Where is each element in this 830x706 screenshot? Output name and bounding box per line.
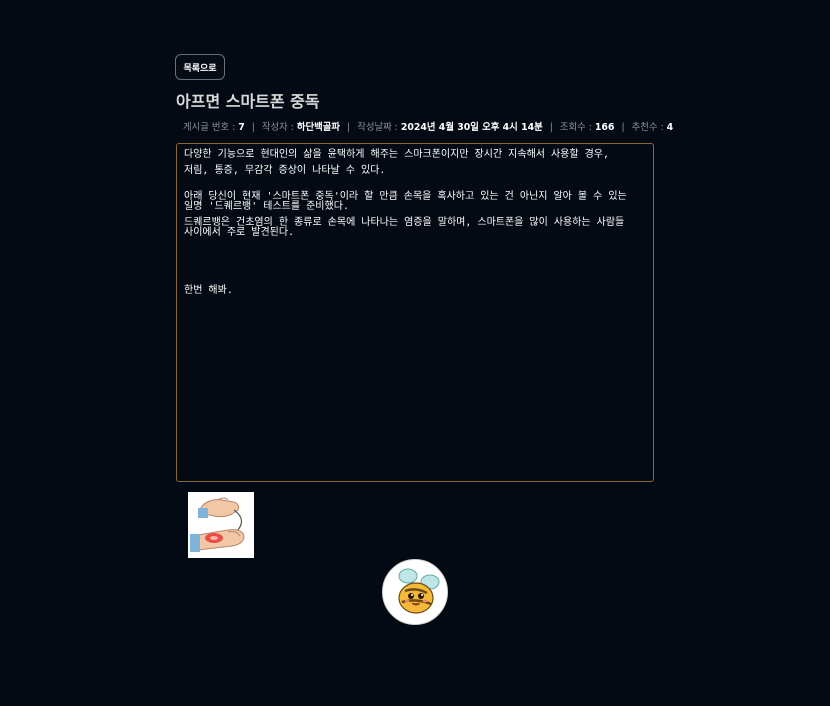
post-image-thumbnail[interactable] <box>188 492 254 558</box>
content-paragraph: 아래 당신이 현재 '스마트폰 중독'이라 할 만큼 손목을 혹사하고 있는 건… <box>184 191 627 212</box>
author-value: 하단백골파 <box>296 122 341 133</box>
content-paragraph: 드퀘르뱅은 건초염의 한 종류로 손목에 나타나는 염증을 말하며, 스마트폰을… <box>184 217 625 238</box>
meta-separator: | <box>251 122 255 133</box>
meta-separator: | <box>549 122 553 133</box>
post-title: 아프면 스마트폰 중독 <box>176 92 320 111</box>
back-to-list-button[interactable]: 목록으로 <box>175 54 225 80</box>
post-detail-page: 목록으로 아프면 스마트폰 중독 게시글 번호 : 7 | 작성자 : 하단백골… <box>0 0 830 706</box>
wrist-stretch-illustration-icon <box>188 492 254 558</box>
author-avatar[interactable] <box>382 559 448 625</box>
author-label: 작성자 : <box>261 122 294 133</box>
content-paragraph: 다양한 기능으로 현대인의 삶을 윤택하게 해주는 스마크폰이지만 장시간 지속… <box>184 149 610 160</box>
likes-label: 추천수 : <box>631 122 664 133</box>
content-paragraph: 저림, 통증, 무감각 증상이 나타날 수 있다. <box>184 165 386 176</box>
bee-character-avatar-icon <box>383 560 447 624</box>
meta-separator: | <box>347 122 351 133</box>
post-meta: 게시글 번호 : 7 | 작성자 : 하단백골파 | 작성날짜 : 2024년 … <box>183 119 673 133</box>
post-content-box: 다양한 기능으로 현대인의 삶을 윤택하게 해주는 스마크폰이지만 장시간 지속… <box>176 143 654 482</box>
date-label: 작성날짜 : <box>357 122 398 133</box>
post-number-label: 게시글 번호 : <box>183 122 236 133</box>
likes-value: 4 <box>666 122 674 133</box>
content-paragraph: 한번 해봐. <box>184 285 233 296</box>
post-number-value: 7 <box>238 122 245 133</box>
views-value: 166 <box>594 122 615 133</box>
meta-separator: | <box>621 122 625 133</box>
date-value: 2024년 4월 30일 오후 4시 14분 <box>400 122 543 133</box>
views-label: 조회수 : <box>559 122 592 133</box>
